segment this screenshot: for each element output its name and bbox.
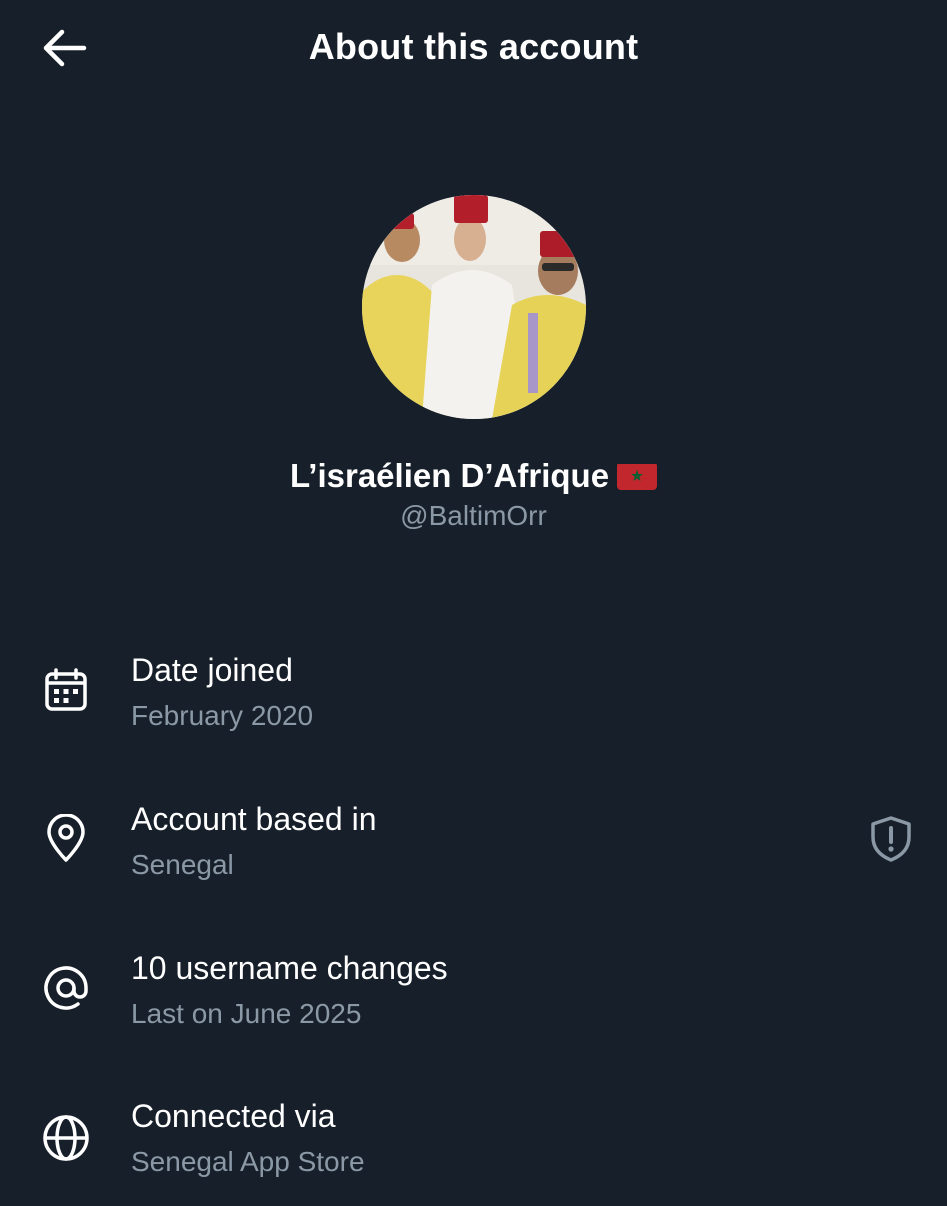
- shield-alert-button[interactable]: [865, 813, 917, 865]
- account-based-in-value: Senegal: [131, 849, 234, 880]
- account-based-in-label: Account based in: [131, 801, 377, 837]
- morocco-flag-icon: [617, 462, 658, 490]
- connected-via-label: Connected via: [131, 1098, 336, 1134]
- location-pin-icon: [40, 813, 92, 865]
- page-title: About this account: [308, 26, 639, 67]
- calendar-icon: [40, 664, 92, 716]
- date-joined-row: Date joined February 2020: [0, 640, 947, 760]
- date-joined-label: Date joined: [131, 652, 293, 688]
- date-joined-value: February 2020: [131, 700, 314, 731]
- username-changes-label: 10 username changes: [131, 950, 448, 986]
- connected-via-value: Senegal App Store: [131, 1146, 365, 1177]
- globe-icon: [40, 1112, 92, 1164]
- profile-avatar[interactable]: [362, 195, 586, 419]
- display-name-text: L’israélien D’Afrique: [289, 457, 610, 494]
- connected-via-row: Connected via Senegal App Store: [0, 1086, 947, 1206]
- at-sign-icon: [40, 962, 92, 1014]
- header-bar: About this account: [0, 0, 947, 96]
- username-handle: @BaltimOrr: [400, 500, 547, 531]
- username-changes-value: Last on June 2025: [131, 998, 362, 1029]
- shield-alert-icon: [871, 816, 911, 862]
- display-name: L’israélien D’Afrique: [0, 457, 947, 495]
- account-based-in-row: Account based in Senegal: [0, 789, 947, 909]
- username-changes-row: 10 username changes Last on June 2025: [0, 938, 947, 1058]
